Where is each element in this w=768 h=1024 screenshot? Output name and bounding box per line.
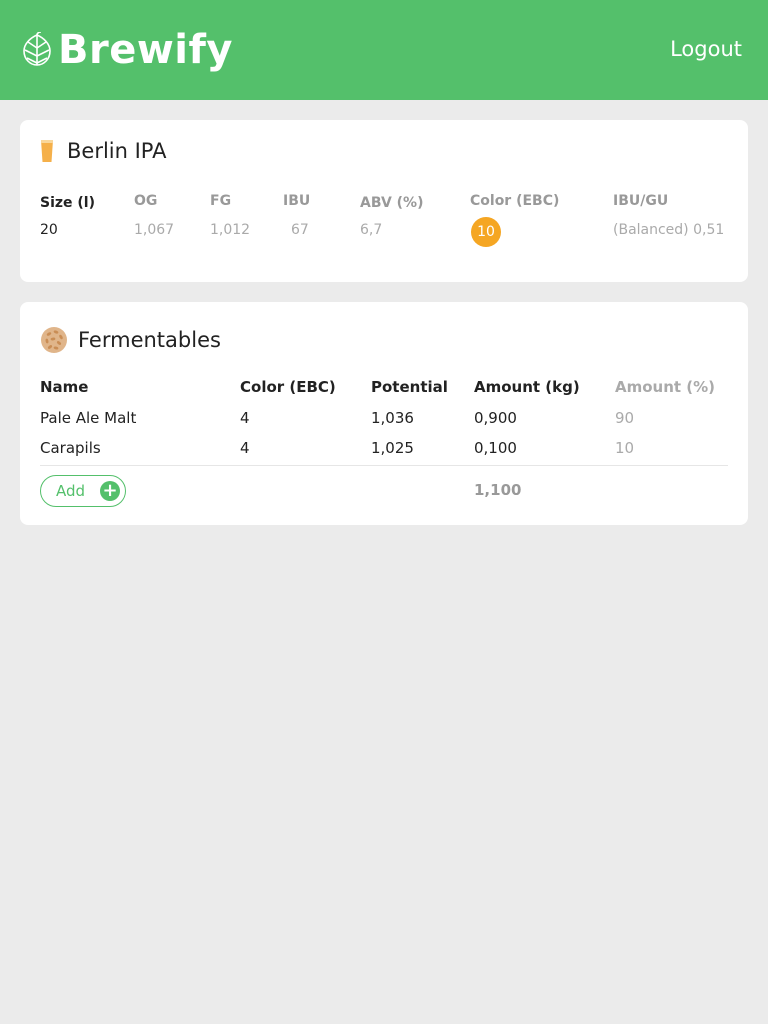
fg-label: FG [210,193,232,209]
brewify-logo[interactable]: Brewify [20,22,233,78]
fermentables-title-row: Fermentables [40,326,221,354]
fermentable-potential: 1,036 [371,409,414,427]
og-label: OG [134,193,158,209]
fermentable-amount-pct: 10 [615,439,635,457]
recipe-title[interactable]: Berlin IPA [67,139,167,163]
fermentable-amount-kg[interactable]: 0,900 [474,409,517,427]
fg-value: 1,012 [210,222,251,238]
fermentable-color: 4 [240,439,250,457]
add-button-label: Add [56,482,86,500]
malt-grain-icon [41,327,67,353]
abv-label: ABV (%) [360,195,424,211]
abv-value: 6,7 [360,222,383,238]
fermentable-color: 4 [240,409,250,427]
fermentable-potential: 1,025 [371,439,414,457]
fermentable-name[interactable]: Carapils [40,439,101,457]
color-ebc-badge: 10 [471,217,501,247]
recipe-title-row: Berlin IPA [40,139,167,163]
ibu-gu-label: IBU/GU [613,193,669,209]
size-label: Size (l) [40,195,95,211]
recipe-card: Berlin IPA Size (l) 20 OG 1,067 FG 1,012… [20,120,748,282]
col-header-amount-pct: Amount (%) [615,378,716,396]
app-name: Brewify [58,27,233,73]
col-header-name: Name [40,378,89,396]
col-header-amount-kg: Amount (kg) [474,378,580,396]
ibu-gu-value: (Balanced) 0,51 [613,222,725,238]
color-ebc-label: Color (EBC) [470,193,560,209]
fermentable-name[interactable]: Pale Ale Malt [40,409,136,427]
plus-icon: + [100,481,120,501]
ibu-value: 67 [291,222,309,238]
beer-glass-icon [41,140,53,162]
ibu-label: IBU [283,193,311,209]
fermentables-card: Fermentables Name Color (EBC) Potential … [20,302,748,525]
logout-button[interactable]: Logout [670,37,742,61]
size-value[interactable]: 20 [40,222,58,238]
col-header-color: Color (EBC) [240,378,336,396]
fermentable-amount-pct: 90 [615,409,635,427]
color-ebc-value: 10 [477,224,495,240]
og-value: 1,067 [134,222,175,238]
col-header-potential: Potential [371,378,448,396]
table-divider [40,465,728,466]
fermentable-amount-kg[interactable]: 0,100 [474,439,517,457]
total-amount-kg: 1,100 [474,481,522,499]
add-fermentable-button[interactable]: Add + [40,475,126,507]
hop-icon [23,32,51,66]
fermentables-title: Fermentables [78,328,221,352]
top-bar: Brewify Logout [0,0,768,100]
